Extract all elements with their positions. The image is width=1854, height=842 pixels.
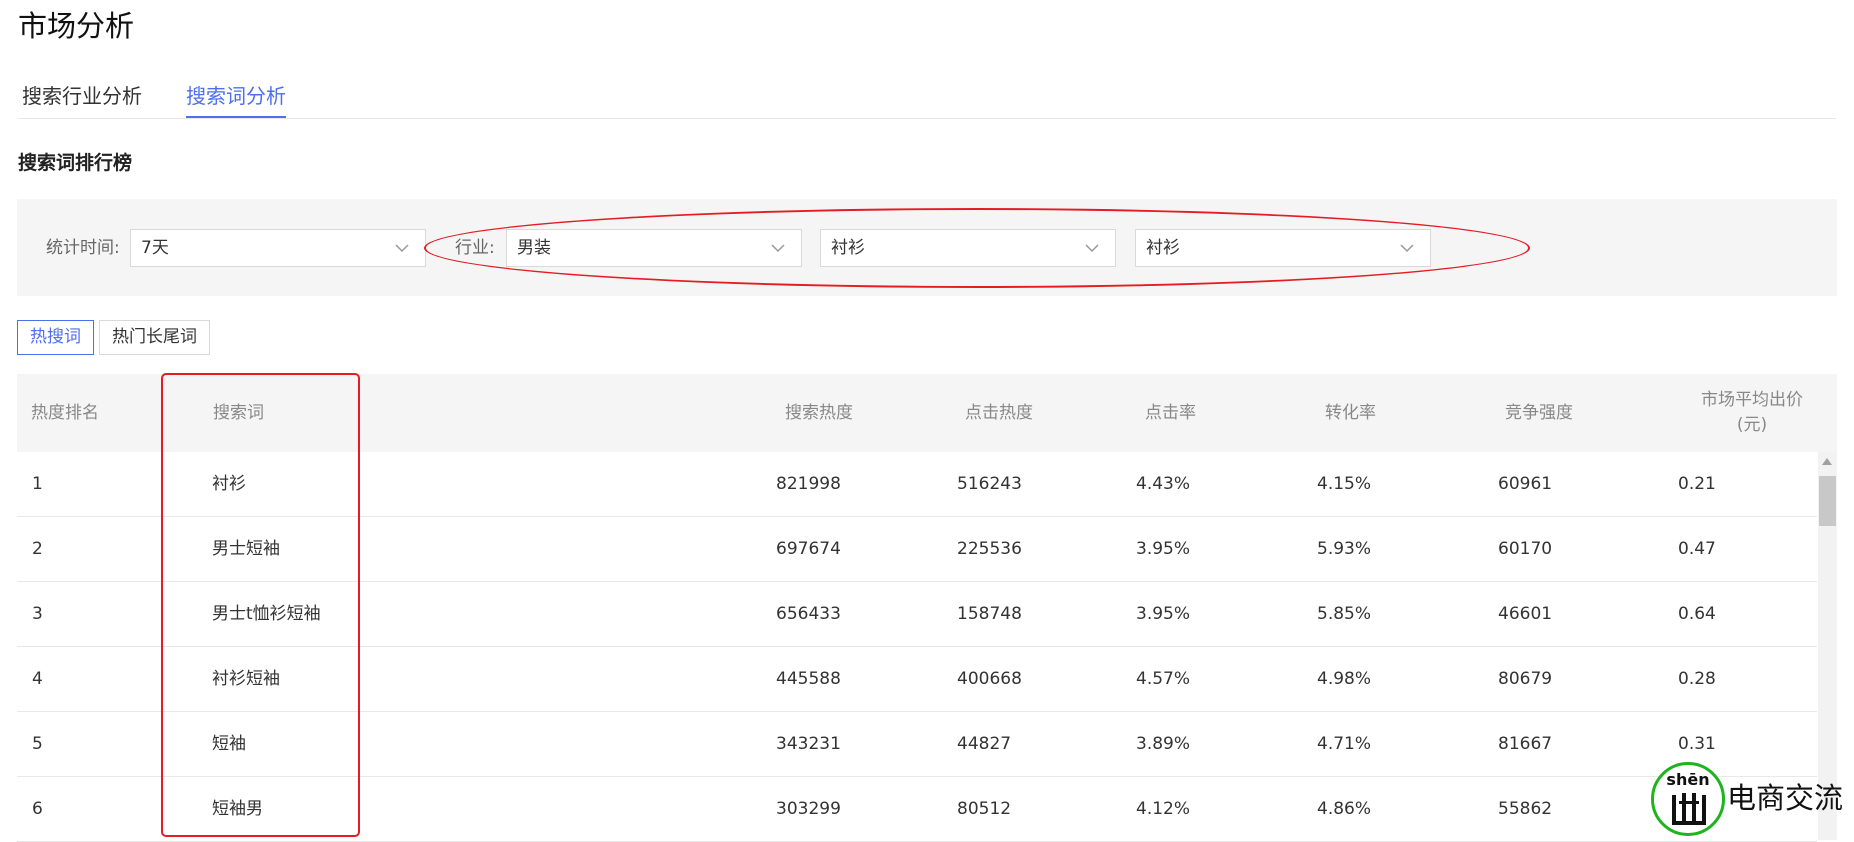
table-row[interactable]: 2 男士短袖 697674 225536 3.95% 5.93% 60170 0… — [17, 517, 1817, 582]
cell-conversion: 4.15% — [1317, 474, 1372, 494]
cell-click-heat: 225536 — [957, 539, 1022, 559]
cell-rank: 4 — [32, 669, 43, 689]
cell-conversion: 4.71% — [1317, 734, 1372, 754]
cell-ctr: 3.89% — [1136, 734, 1191, 754]
table-row[interactable]: 1 衬衫 821998 516243 4.43% 4.15% 60961 0.2… — [17, 452, 1817, 517]
table-row[interactable]: 4 衬衫短袖 445588 400668 4.57% 4.98% 80679 0… — [17, 647, 1817, 712]
cell-rank: 6 — [32, 799, 43, 819]
watermark-pinyin: shēn — [1666, 770, 1710, 789]
cell-ctr: 3.95% — [1136, 604, 1191, 624]
watermark-glyph-icon — [1672, 793, 1706, 825]
cell-search-heat: 445588 — [776, 669, 841, 689]
watermark-text: 电商交流 — [1727, 781, 1844, 815]
column-header-rank: 热度排名 — [31, 402, 99, 423]
cell-competition: 60170 — [1498, 539, 1553, 559]
cell-search-heat: 821998 — [776, 474, 841, 494]
column-header-keyword: 搜索词 — [213, 402, 264, 423]
industry-filter-label: 行业: — [455, 238, 495, 258]
cell-keyword[interactable]: 衬衫短袖 — [212, 647, 280, 712]
cell-conversion: 5.93% — [1317, 539, 1372, 559]
time-range-value: 7天 — [141, 238, 169, 258]
table-row[interactable]: 3 男士t恤衫短袖 656433 158748 3.95% 5.85% 4660… — [17, 582, 1817, 647]
industry-value: 男装 — [517, 238, 551, 258]
cell-keyword[interactable]: 短袖男 — [212, 777, 263, 842]
cell-search-heat: 697674 — [776, 539, 841, 559]
cell-click-heat: 44827 — [957, 734, 1012, 754]
tab-keyword-analysis[interactable]: 搜索词分析 — [186, 78, 286, 118]
scroll-up-arrow-icon[interactable] — [1822, 458, 1832, 465]
cell-ctr: 4.43% — [1136, 474, 1191, 494]
subcategory-value: 衬衫 — [1146, 238, 1180, 258]
cell-competition: 46601 — [1498, 604, 1553, 624]
chevron-down-icon — [395, 244, 409, 253]
cell-click-heat: 400668 — [957, 669, 1022, 689]
cell-search-heat: 656433 — [776, 604, 841, 624]
chevron-down-icon — [1400, 244, 1414, 253]
watermark: shēn 电商交流 — [1649, 762, 1854, 840]
chevron-down-icon — [771, 244, 785, 253]
column-header-conversion[interactable]: 转化率 — [1325, 374, 1376, 452]
cell-avg-bid: 0.28 — [1678, 669, 1716, 689]
cell-conversion: 4.98% — [1317, 669, 1372, 689]
column-header-click-heat[interactable]: 点击热度 — [965, 374, 1033, 452]
cell-keyword[interactable]: 男士短袖 — [212, 517, 280, 582]
cell-conversion: 4.86% — [1317, 799, 1372, 819]
cell-search-heat: 303299 — [776, 799, 841, 819]
table-row[interactable]: 5 短袖 343231 44827 3.89% 4.71% 81667 0.31 — [17, 712, 1817, 777]
chevron-down-icon — [1085, 244, 1099, 253]
cell-keyword[interactable]: 男士t恤衫短袖 — [212, 582, 321, 647]
section-title: 搜索词排行榜 — [18, 152, 133, 174]
cell-click-heat: 516243 — [957, 474, 1022, 494]
watermark-logo: shēn — [1651, 762, 1725, 836]
cell-rank: 1 — [32, 474, 43, 494]
subcategory-select[interactable]: 衬衫 — [1135, 229, 1431, 267]
table-body: 1 衬衫 821998 516243 4.43% 4.15% 60961 0.2… — [17, 452, 1817, 842]
cell-conversion: 5.85% — [1317, 604, 1372, 624]
cell-keyword[interactable]: 短袖 — [212, 712, 246, 777]
analysis-tabs: 搜索行业分析 搜索词分析 — [18, 78, 1836, 119]
industry-select[interactable]: 男装 — [506, 229, 802, 267]
category-value: 衬衫 — [831, 238, 865, 258]
avg-bid-header-line2: (元) — [1736, 415, 1768, 435]
cell-avg-bid: 0.21 — [1678, 474, 1716, 494]
subtab-hot-search[interactable]: 热搜词 — [17, 320, 94, 355]
cell-ctr: 3.95% — [1136, 539, 1191, 559]
column-header-ctr[interactable]: 点击率 — [1145, 374, 1196, 452]
column-header-search-heat[interactable]: 搜索热度 — [785, 374, 853, 452]
keyword-ranking-table: 热度排名 搜索词 搜索热度 点击热度 点击率 转化率 竞争强度 市场平均出价 (… — [17, 374, 1837, 842]
cell-competition: 80679 — [1498, 669, 1553, 689]
cell-keyword[interactable]: 衬衫 — [212, 452, 246, 517]
cell-competition: 81667 — [1498, 734, 1553, 754]
time-filter-label: 统计时间: — [46, 238, 120, 258]
cell-click-heat: 158748 — [957, 604, 1022, 624]
avg-bid-header-line1: 市场平均出价 — [1701, 390, 1803, 410]
cell-avg-bid: 0.47 — [1678, 539, 1716, 559]
column-header-competition[interactable]: 竞争强度 — [1505, 374, 1573, 452]
cell-competition: 60961 — [1498, 474, 1553, 494]
scrollbar-thumb[interactable] — [1819, 476, 1836, 526]
cell-search-heat: 343231 — [776, 734, 841, 754]
time-range-select[interactable]: 7天 — [130, 229, 426, 267]
subtab-long-tail[interactable]: 热门长尾词 — [99, 320, 210, 355]
cell-avg-bid: 0.64 — [1678, 604, 1716, 624]
tab-industry-analysis[interactable]: 搜索行业分析 — [22, 78, 142, 118]
cell-click-heat: 80512 — [957, 799, 1012, 819]
cell-rank: 3 — [32, 604, 43, 624]
table-header: 热度排名 搜索词 搜索热度 点击热度 点击率 转化率 竞争强度 市场平均出价 (… — [17, 374, 1837, 452]
page-title: 市场分析 — [18, 9, 135, 43]
table-row[interactable]: 6 短袖男 303299 80512 4.12% 4.86% 55862 — [17, 777, 1817, 842]
cell-rank: 5 — [32, 734, 43, 754]
cell-rank: 2 — [32, 539, 43, 559]
cell-ctr: 4.57% — [1136, 669, 1191, 689]
filter-bar: 统计时间: 7天 行业: 男装 衬衫 衬衫 — [17, 199, 1837, 296]
column-header-avg-bid[interactable]: 市场平均出价 (元) — [1677, 374, 1827, 452]
cell-ctr: 4.12% — [1136, 799, 1191, 819]
cell-competition: 55862 — [1498, 799, 1553, 819]
category-select[interactable]: 衬衫 — [820, 229, 1116, 267]
